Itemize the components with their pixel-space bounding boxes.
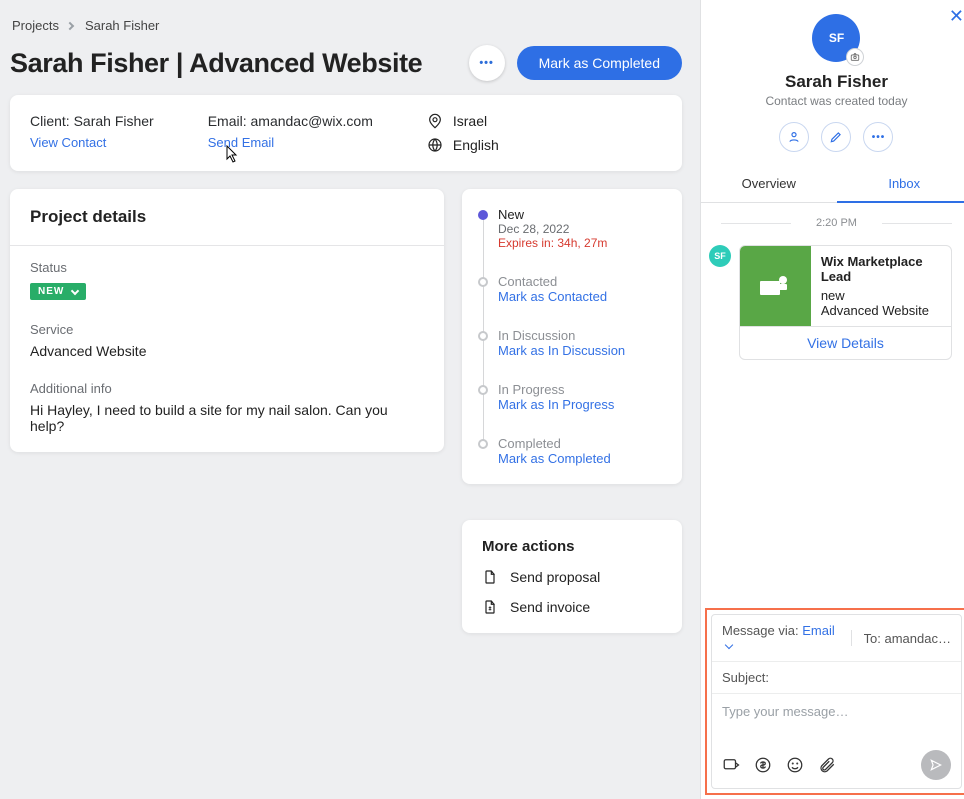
- status-pill[interactable]: NEW: [30, 283, 86, 300]
- contact-subtitle: Contact was created today: [765, 94, 907, 108]
- language-value: English: [453, 137, 499, 153]
- lead-status: new: [821, 288, 941, 303]
- more-actions-heading: More actions: [482, 538, 662, 555]
- message-avatar: SF: [709, 245, 731, 267]
- page-title: Sarah Fisher | Advanced Website: [10, 48, 422, 79]
- status-label: Status: [30, 260, 424, 275]
- send-message-button[interactable]: [921, 750, 951, 780]
- contact-name: Sarah Fisher: [785, 72, 888, 92]
- invoice-icon: [482, 599, 498, 615]
- send-invoice-action[interactable]: Send invoice: [482, 599, 662, 615]
- edit-contact-button[interactable]: [821, 122, 851, 152]
- service-value: Advanced Website: [30, 343, 146, 359]
- message-timestamp: 2:20 PM: [721, 217, 952, 229]
- timeline-step: CompletedMark as Completed: [478, 436, 666, 466]
- timeline-action-link[interactable]: Mark as In Progress: [498, 397, 666, 412]
- saved-replies-icon[interactable]: [722, 756, 740, 774]
- timeline-dot: [478, 331, 488, 341]
- send-email-link[interactable]: Send Email: [208, 135, 373, 150]
- close-panel-button[interactable]: ✕: [949, 6, 964, 27]
- view-contact-link[interactable]: View Contact: [30, 135, 154, 150]
- timeline-title: Contacted: [498, 274, 666, 289]
- timeline-date: Dec 28, 2022: [498, 222, 666, 236]
- message-to-label: To:: [864, 631, 881, 646]
- camera-icon[interactable]: [846, 48, 864, 66]
- timeline-step: ContactedMark as Contacted: [478, 274, 666, 328]
- tab-inbox[interactable]: Inbox: [837, 166, 964, 203]
- timeline-dot: [478, 277, 488, 287]
- timeline-title: In Progress: [498, 382, 666, 397]
- chevron-down-icon: [725, 641, 733, 649]
- timeline-step: NewDec 28, 2022Expires in: 34h, 27m: [478, 207, 666, 274]
- timeline-action-link[interactable]: Mark as In Discussion: [498, 343, 666, 358]
- subject-label: Subject:: [722, 670, 769, 685]
- breadcrumb: Projects Sarah Fisher: [10, 18, 682, 43]
- client-info-card: Client: Sarah Fisher View Contact Email:…: [10, 95, 682, 171]
- timeline-dot: [478, 439, 488, 449]
- timeline-step: In ProgressMark as In Progress: [478, 382, 666, 436]
- tab-overview[interactable]: Overview: [701, 166, 837, 202]
- location-value: Israel: [453, 113, 487, 129]
- timeline-step: In DiscussionMark as In Discussion: [478, 328, 666, 382]
- status-timeline-card: NewDec 28, 2022Expires in: 34h, 27mConta…: [462, 189, 682, 484]
- email-label: Email: amandac@wix.com: [208, 113, 373, 129]
- contact-side-panel: ✕ SF Sarah Fisher Contact was created to…: [700, 0, 964, 799]
- timeline-dot: [478, 385, 488, 395]
- timeline-action-link[interactable]: Mark as Completed: [498, 451, 666, 466]
- message-body-input[interactable]: Type your message…: [712, 694, 961, 744]
- globe-icon: [427, 137, 443, 153]
- location-icon: [427, 113, 443, 129]
- message-via-label: Message via:: [722, 623, 799, 638]
- message-composer: Message via: Email To: amandac… Subject:: [711, 614, 962, 789]
- timeline-title: New: [498, 207, 666, 222]
- client-label: Client: Sarah Fisher: [30, 113, 154, 129]
- emoji-icon[interactable]: [786, 756, 804, 774]
- send-proposal-action[interactable]: Send proposal: [482, 569, 662, 585]
- project-details-card: Project details Status NEW Service Advan…: [10, 189, 444, 452]
- breadcrumb-current: Sarah Fisher: [85, 18, 159, 33]
- lead-message-card: Wix Marketplace Lead new Advanced Websit…: [739, 245, 952, 360]
- mark-completed-button[interactable]: Mark as Completed: [517, 46, 682, 80]
- message-to-value: amandac…: [885, 631, 951, 646]
- timeline-title: Completed: [498, 436, 666, 451]
- document-icon: [482, 569, 498, 585]
- lead-title: Wix Marketplace Lead: [821, 254, 941, 284]
- service-label: Service: [30, 322, 424, 337]
- timeline-dot: [478, 210, 488, 220]
- attachment-icon[interactable]: [818, 756, 836, 774]
- more-options-button[interactable]: [469, 45, 505, 81]
- subject-input[interactable]: [775, 670, 951, 685]
- chevron-right-icon: [66, 21, 74, 29]
- timeline-expires: Expires in: 34h, 27m: [498, 236, 666, 250]
- message-composer-highlight: Message via: Email To: amandac… Subject:: [705, 608, 964, 795]
- view-details-link[interactable]: View Details: [807, 335, 884, 351]
- timeline-title: In Discussion: [498, 328, 666, 343]
- timeline-action-link[interactable]: Mark as Contacted: [498, 289, 666, 304]
- lead-service: Advanced Website: [821, 303, 941, 318]
- breadcrumb-root[interactable]: Projects: [12, 18, 59, 33]
- payment-icon[interactable]: [754, 756, 772, 774]
- additional-info-label: Additional info: [30, 381, 424, 396]
- contact-info-button[interactable]: [779, 122, 809, 152]
- lead-thumbnail: [740, 246, 811, 326]
- more-actions-card: More actions Send proposal Send invoice: [462, 520, 682, 633]
- chevron-down-icon: [71, 286, 79, 294]
- details-heading: Project details: [30, 207, 424, 227]
- additional-info-value: Hi Hayley, I need to build a site for my…: [30, 402, 388, 434]
- contact-more-button[interactable]: •••: [863, 122, 893, 152]
